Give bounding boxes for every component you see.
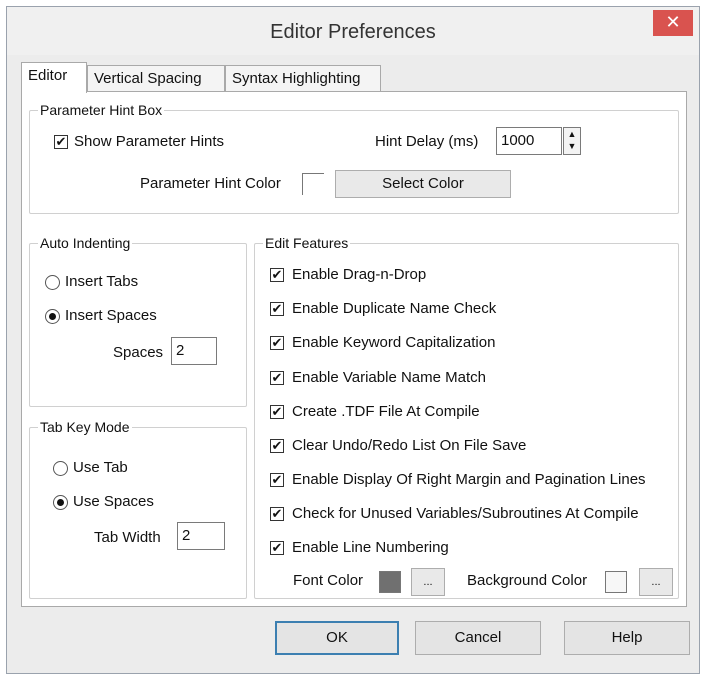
spaces-label: Spaces [113,344,164,361]
check-icon: ✔ [271,370,283,385]
check-icon: ✔ [271,301,283,316]
check-icon: ✔ [271,267,283,282]
enable-right-margin-label: Enable Display Of Right Margin and Pagin… [292,471,646,488]
check-icon: ✔ [55,134,67,149]
use-tab-label: Use Tab [73,459,128,476]
check-icon: ✔ [271,540,283,555]
check-unused-variables-checkbox[interactable]: ✔ [270,507,284,521]
tab-width-input[interactable]: 2 [177,522,225,550]
show-parameter-hints-label: Show Parameter Hints [74,133,225,150]
tab-vertical-spacing[interactable]: Vertical Spacing [87,65,225,92]
use-spaces-radio[interactable] [53,495,68,510]
font-color-swatch [379,571,401,593]
background-color-label: Background Color [467,572,588,589]
auto-indenting-legend: Auto Indenting [38,234,133,252]
enable-variable-name-match-label: Enable Variable Name Match [292,369,486,386]
tab-syntax-highlighting[interactable]: Syntax Highlighting [225,65,381,92]
check-unused-variables-label: Check for Unused Variables/Subroutines A… [292,505,639,522]
edit-features-legend: Edit Features [263,234,351,252]
cancel-button[interactable]: Cancel [415,621,541,655]
select-color-button[interactable]: Select Color [335,170,511,198]
close-button[interactable]: ✕ [653,10,693,36]
enable-line-numbering-label: Enable Line Numbering [292,539,449,556]
tab-width-label: Tab Width [94,529,161,546]
insert-tabs-radio[interactable] [45,275,60,290]
parameter-hint-color-swatch [302,173,324,195]
tab-key-mode-legend: Tab Key Mode [38,418,132,436]
check-icon: ✔ [271,438,283,453]
insert-spaces-label: Insert Spaces [65,307,157,324]
use-tab-radio[interactable] [53,461,68,476]
auto-indenting-group: Auto Indenting Insert Tabs Insert Spaces… [29,234,247,407]
parameter-hint-color-label: Parameter Hint Color [140,175,281,192]
check-icon: ✔ [271,335,283,350]
use-spaces-label: Use Spaces [73,493,154,510]
enable-duplicate-name-check-checkbox[interactable]: ✔ [270,302,284,316]
spin-down-icon: ▼ [567,141,577,151]
background-color-swatch [605,571,627,593]
background-color-ellipsis-button[interactable]: ... [639,568,673,596]
font-color-ellipsis-button[interactable]: ... [411,568,445,596]
parameter-hint-box-legend: Parameter Hint Box [38,101,165,119]
hint-delay-label: Hint Delay (ms) [375,133,479,150]
close-icon: ✕ [665,12,681,32]
clear-undo-redo-checkbox[interactable]: ✔ [270,439,284,453]
spaces-input[interactable]: 2 [171,337,217,365]
create-tdf-file-label: Create .TDF File At Compile [292,403,480,420]
create-tdf-file-checkbox[interactable]: ✔ [270,405,284,419]
ok-button[interactable]: OK [275,621,399,655]
enable-keyword-capitalization-checkbox[interactable]: ✔ [270,336,284,350]
insert-tabs-label: Insert Tabs [65,273,139,290]
hint-delay-input[interactable]: 1000 [496,127,562,155]
title-bar: Editor Preferences ✕ [7,7,699,55]
show-parameter-hints-checkbox[interactable]: ✔ [54,135,68,149]
enable-variable-name-match-checkbox[interactable]: ✔ [270,371,284,385]
enable-duplicate-name-check-label: Enable Duplicate Name Check [292,300,497,317]
window-title: Editor Preferences [270,21,436,43]
insert-spaces-radio[interactable] [45,309,60,324]
clear-undo-redo-label: Clear Undo/Redo List On File Save [292,437,527,454]
editor-preferences-dialog: Editor Preferences ✕ Editor Vertical Spa… [6,6,700,674]
enable-line-numbering-checkbox[interactable]: ✔ [270,541,284,555]
tab-editor[interactable]: Editor [21,62,87,93]
parameter-hint-box-group: Parameter Hint Box ✔ Show Parameter Hint… [29,101,679,214]
check-icon: ✔ [271,506,283,521]
tab-key-mode-group: Tab Key Mode Use Tab Use Spaces Tab Widt… [29,418,247,599]
enable-right-margin-checkbox[interactable]: ✔ [270,473,284,487]
spin-up-icon: ▲ [567,129,577,139]
edit-features-group: Edit Features ✔ Enable Drag-n-Drop ✔ Ena… [254,234,679,599]
check-icon: ✔ [271,404,283,419]
enable-drag-n-drop-label: Enable Drag-n-Drop [292,266,427,283]
help-button[interactable]: Help [564,621,690,655]
font-color-label: Font Color [293,572,364,589]
editor-tab-panel: Parameter Hint Box ✔ Show Parameter Hint… [21,91,687,607]
check-icon: ✔ [271,472,283,487]
enable-drag-n-drop-checkbox[interactable]: ✔ [270,268,284,282]
hint-delay-spinner[interactable]: ▲ ▼ [563,127,581,155]
enable-keyword-capitalization-label: Enable Keyword Capitalization [292,334,496,351]
